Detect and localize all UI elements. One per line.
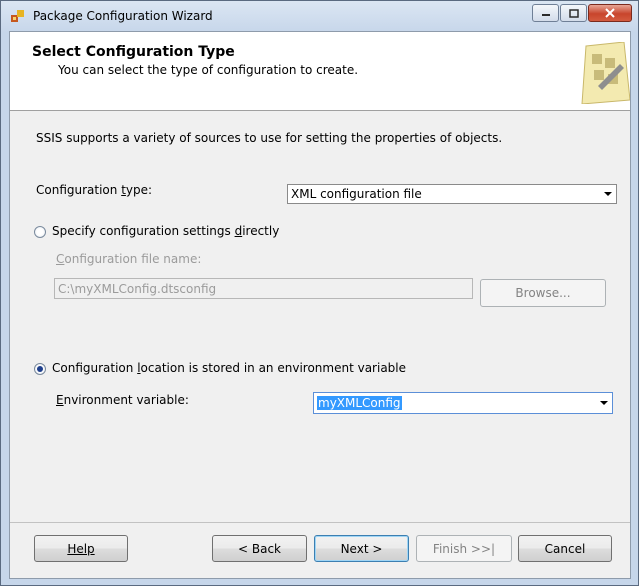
radio-selected-dot: [37, 366, 43, 372]
app-icon: [11, 10, 24, 22]
browse-button[interactable]: Browse...: [480, 279, 606, 307]
config-type-label: Configuration type:: [36, 183, 153, 197]
maximize-icon: [568, 8, 579, 18]
radio-specify-directly-label[interactable]: Specify configuration settings directly: [52, 224, 279, 238]
back-button[interactable]: < Back: [212, 535, 307, 562]
minimize-button[interactable]: [532, 4, 559, 22]
minimize-icon: [541, 14, 550, 16]
wizard-banner-icon: [581, 42, 630, 104]
footer-divider: [10, 522, 630, 523]
close-icon: [605, 8, 615, 18]
config-type-dropdown[interactable]: XML configuration file: [287, 184, 617, 204]
wizard-window: Package Configuration Wizard Select Conf…: [0, 0, 639, 586]
title-bar[interactable]: Package Configuration Wizard: [1, 1, 638, 31]
help-button[interactable]: Help: [34, 535, 128, 562]
finish-button[interactable]: Finish >>|: [416, 535, 512, 562]
page-title: Select Configuration Type: [32, 44, 235, 60]
radio-environment-variable-label[interactable]: Configuration location is stored in an e…: [52, 361, 406, 375]
config-file-name-label: Configuration file name:: [56, 252, 202, 266]
next-button[interactable]: Next >: [314, 535, 409, 562]
environment-variable-value: myXMLConfig: [317, 396, 402, 410]
config-file-name-input[interactable]: C:\myXMLConfig.dtsconfig: [54, 278, 473, 299]
wizard-body: Select Configuration Type You can select…: [9, 31, 631, 579]
wizard-header: Select Configuration Type You can select…: [10, 32, 630, 111]
config-file-name-value: C:\myXMLConfig.dtsconfig: [58, 282, 217, 296]
chevron-down-icon: [600, 401, 608, 405]
description-text: SSIS supports a variety of sources to us…: [36, 131, 503, 145]
environment-variable-label: Environment variable:: [56, 393, 189, 407]
chevron-down-icon: [604, 192, 612, 196]
window-title: Package Configuration Wizard: [33, 9, 213, 23]
config-type-value: XML configuration file: [291, 187, 422, 201]
radio-environment-variable[interactable]: [34, 363, 46, 375]
close-button[interactable]: [588, 4, 632, 22]
cancel-button[interactable]: Cancel: [518, 535, 612, 562]
maximize-button[interactable]: [560, 4, 587, 22]
radio-specify-directly[interactable]: [34, 226, 46, 238]
page-subtitle: You can select the type of configuration…: [58, 63, 359, 77]
environment-variable-combobox[interactable]: myXMLConfig: [313, 392, 613, 414]
